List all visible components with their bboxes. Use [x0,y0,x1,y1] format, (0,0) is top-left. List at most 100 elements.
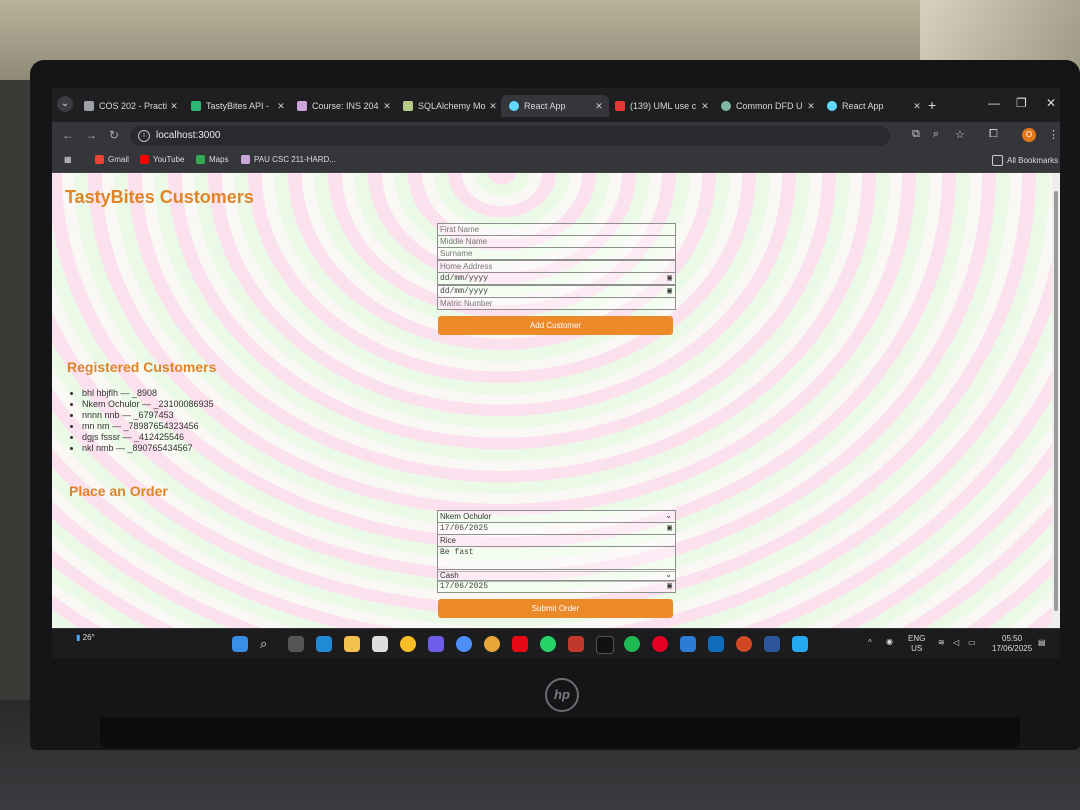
place-order-heading: Place an Order [69,483,168,499]
minimize-icon[interactable]: — [988,96,1000,110]
search-icon[interactable]: ⌕ [260,636,276,652]
start-icon[interactable] [232,636,248,652]
tab-favicon-icon [84,101,94,111]
submit-order-button[interactable]: Submit Order [438,599,673,618]
tab-search-icon[interactable]: ⌄ [57,96,73,112]
volume-icon[interactable]: ◁ [953,638,959,648]
tray-app-icon[interactable]: ◉ [886,637,893,647]
bookmarks-bar: ▦ Gmail YouTube Maps PAU CSC 211-HARD...… [52,150,1060,173]
url-text: localhost:3000 [156,130,221,141]
tab-favicon-icon [721,101,731,111]
chevron-down-icon: ⌄ [665,570,672,579]
tab-favicon-icon [403,101,413,111]
tab-close-icon[interactable]: ✕ [699,101,711,112]
battery-icon[interactable]: ▭ [968,638,976,648]
date-input-1[interactable]: dd/mm/yyyy ▣ [437,272,676,285]
all-bookmarks[interactable]: All Bookmarks [992,155,1058,166]
netflix-icon[interactable] [512,636,528,652]
windows-taskbar: ▮ 26° ⌕ ^ ◉ ENG US ≋ ◁ ▭ 05:50 17/06/2025 … [52,628,1060,658]
wifi-icon[interactable]: ≋ [938,638,945,648]
browser-tab[interactable]: SQLAlchemy Mo ✕ [395,95,503,117]
site-info-icon[interactable]: i [138,130,150,142]
weather-widget[interactable]: ▮ 26° [76,633,95,643]
chrome-canary-icon[interactable] [400,636,416,652]
browser-tab[interactable]: TastyBites API - ✕ [183,95,291,117]
browser-tab[interactable]: React App ✕ [819,95,927,117]
browser-tab[interactable]: Common DFD U ✕ [713,95,821,117]
calendar-icon[interactable]: ▣ [667,523,672,534]
tray-chevron-icon[interactable]: ^ [868,638,872,648]
chrome-icon[interactable] [456,636,472,652]
task-view-icon[interactable] [288,636,304,652]
weather-icon: ▮ [76,633,81,642]
tab-close-icon[interactable]: ✕ [275,101,287,112]
store-icon[interactable] [372,636,388,652]
file-explorer-icon[interactable] [344,636,360,652]
bookmark-pau[interactable]: PAU CSC 211-HARD... [241,155,336,164]
browser-tab[interactable]: Course: INS 204 ✕ [289,95,397,117]
edge-icon[interactable] [316,636,332,652]
bookmark-youtube[interactable]: YouTube [140,155,184,164]
registered-customers-heading: Registered Customers [67,359,217,375]
bookmark-gmail[interactable]: Gmail [95,155,129,164]
browser-toolbar: ← → ↻ i localhost:3000 ⧉ ⌕ ☆ ⧠ O ⋮ [52,122,1060,150]
browser-tab-active[interactable]: React App ✕ [501,95,609,117]
matric-number-input[interactable]: Matric Number [437,297,676,310]
chrome-active-icon[interactable] [484,636,500,652]
clock[interactable]: 05:50 17/06/2025 [992,634,1032,654]
vscode-icon[interactable] [792,636,808,652]
back-icon[interactable]: ← [62,128,74,142]
browser-tab[interactable]: (139) UML use c ✕ [607,95,715,117]
scrollbar-thumb[interactable] [1054,191,1058,611]
reload-icon[interactable]: ↻ [109,128,119,142]
chevron-down-icon: ⌄ [665,511,672,520]
tiktok-icon[interactable] [596,636,614,654]
notifications-icon[interactable]: ▤ [1038,638,1046,648]
youtube-icon [615,101,625,111]
page-title: TastyBites Customers [65,187,254,207]
tab-close-icon[interactable]: ✕ [911,101,923,112]
new-tab-button[interactable]: + [928,97,936,113]
list-item: mn nm — _78987654323456 [82,421,214,432]
address-bar[interactable]: i localhost:3000 [130,126,890,146]
restore-icon[interactable]: ❐ [1016,96,1027,110]
page-scrollbar[interactable] [1052,173,1060,628]
tab-close-icon[interactable]: ✕ [381,101,393,112]
bookmark-star-icon[interactable]: ☆ [955,128,965,141]
tab-close-icon[interactable]: ✕ [593,101,605,112]
mcafee-icon[interactable] [568,636,584,652]
pinterest-icon[interactable] [652,636,668,652]
powerpoint-icon[interactable] [736,636,752,652]
calendar-icon[interactable]: ▣ [667,581,672,592]
menu-icon[interactable]: ⋮ [1048,128,1059,141]
copilot-icon[interactable] [428,636,444,652]
tab-close-icon[interactable]: ✕ [487,101,499,112]
apps-grid-icon[interactable]: ▦ [64,155,72,164]
zoom-icon[interactable]: ⌕ [933,128,939,141]
whatsapp-icon[interactable] [540,636,556,652]
tab-close-icon[interactable]: ✕ [168,101,180,112]
tab-close-icon[interactable]: ✕ [805,101,817,112]
cast-icon[interactable]: ⧉ [912,128,920,141]
maps-icon [196,155,205,164]
delivery-date-input[interactable]: 17/06/2025 ▣ [437,580,676,593]
forward-icon[interactable]: → [85,128,97,142]
language-indicator[interactable]: ENG US [908,634,925,654]
calendar-icon[interactable]: ▣ [667,286,672,297]
browser-tab[interactable]: COS 202 - Practi ✕ [76,95,184,117]
surname-input[interactable]: Surname [437,247,676,260]
add-customer-button[interactable]: Add Customer [438,316,673,335]
laptop-hinge [100,718,1020,748]
calendar-icon[interactable]: ▣ [667,273,672,284]
list-item: nnnn nnb — _6797453 [82,410,214,421]
window-close-icon[interactable]: ✕ [1046,96,1056,110]
profile-avatar[interactable]: O [1022,128,1036,142]
word-icon[interactable] [764,636,780,652]
bookmark-maps[interactable]: Maps [196,155,229,164]
outlook-icon[interactable] [708,636,724,652]
calculator-icon[interactable] [680,636,696,652]
extensions-icon[interactable]: ⧠ [989,128,998,141]
spotify-icon[interactable] [624,636,640,652]
customer-list: bhl hbjflh — _8908 Nkem Ochulor — _23100… [82,388,214,454]
list-item: bhl hbjflh — _8908 [82,388,214,399]
